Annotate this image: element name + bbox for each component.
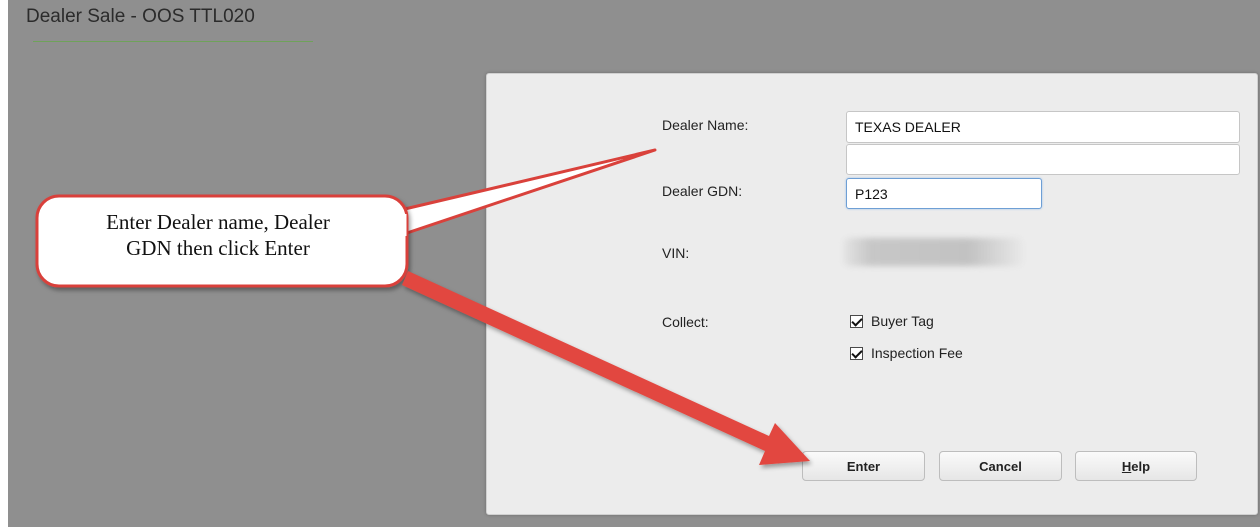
- callout-line-1: Enter Dealer name, Dealer: [106, 210, 330, 234]
- callout-line-2: GDN then click Enter: [126, 236, 310, 260]
- arrow-to-enter: [402, 271, 810, 465]
- callout-annotation: [35, 148, 810, 465]
- callout-pointer: [390, 148, 657, 240]
- callout-text: Enter Dealer name, Dealer GDN then click…: [42, 209, 394, 261]
